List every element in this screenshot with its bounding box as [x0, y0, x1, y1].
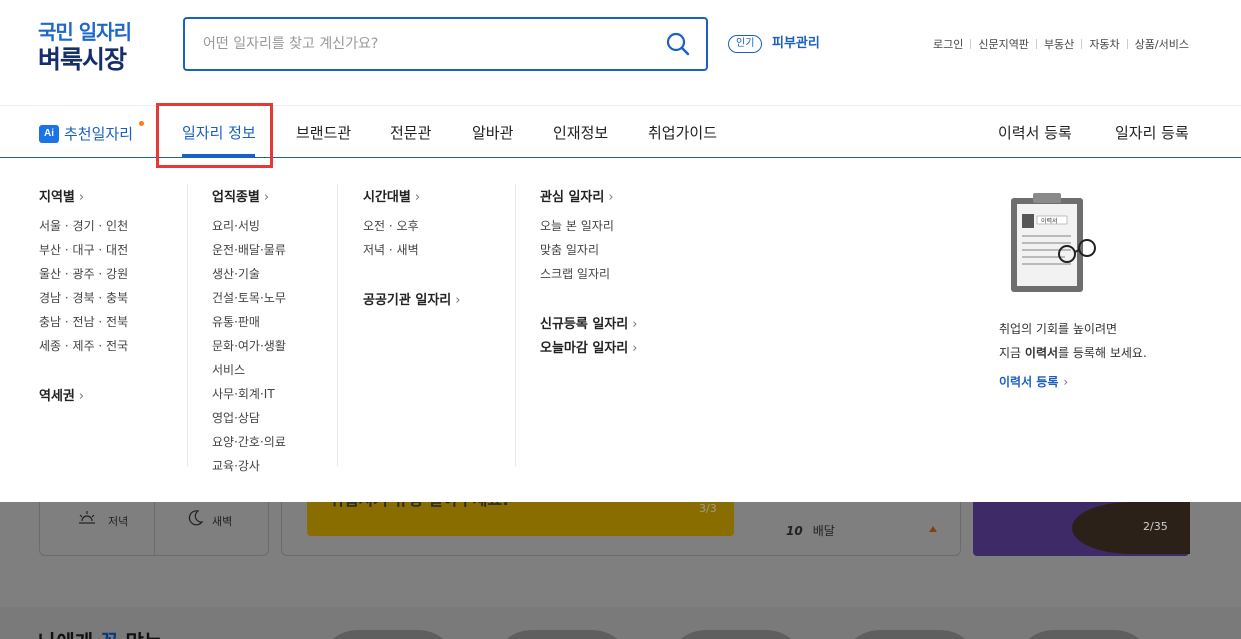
jobtype-link[interactable]: 생산·기술	[212, 265, 260, 282]
nav-part-time[interactable]: 알바관	[472, 122, 513, 143]
moon-icon	[188, 510, 204, 526]
food-image	[1072, 502, 1190, 554]
ad-page-indicator: 2/35	[1143, 520, 1168, 533]
chevron-right-icon: ›	[455, 293, 461, 308]
site-logo[interactable]: 국민 일자리 벼룩시장	[38, 16, 148, 74]
region-link[interactable]: 서울 · 경기 · 인천	[39, 217, 128, 234]
ai-icon: Ai	[39, 124, 59, 143]
divider	[337, 184, 338, 466]
ad-banner[interactable]: 2/35	[973, 502, 1190, 556]
nav-job-register[interactable]: 일자리 등록	[1115, 122, 1189, 143]
jobtype-link[interactable]: 문화·여가·생활	[212, 337, 286, 354]
jobtype-link[interactable]: 서비스	[212, 361, 245, 378]
nav-brand[interactable]: 브랜드관	[296, 122, 351, 143]
nav-specialty[interactable]: 전문관	[390, 122, 431, 143]
section-heading: 나에게 꼭 맞는	[38, 626, 162, 639]
utility-links: 로그인 신문지역판 부동산 자동차 상품/서비스	[933, 36, 1189, 52]
region-link[interactable]: 충남 · 전남 · 전북	[39, 313, 128, 330]
divider	[187, 184, 188, 466]
region-link[interactable]: 부산 · 대구 · 대전	[39, 241, 128, 258]
divider	[970, 39, 972, 49]
time-link[interactable]: 저녁 · 새벽	[363, 241, 419, 258]
util-login[interactable]: 로그인	[933, 36, 963, 52]
dimmed-background: 저녁 새벽 취업지기 유형 알아두세요! 3/3 10 배달 2/35 나에게 꼭…	[0, 502, 1241, 639]
chevron-right-icon: ›	[263, 190, 270, 205]
util-realestate[interactable]: 부동산	[1044, 36, 1074, 52]
interest-link[interactable]: 스크랩 일자리	[540, 265, 610, 282]
interest-link[interactable]: 맞춤 일자리	[540, 241, 599, 258]
divider	[1126, 39, 1128, 49]
chevron-right-icon: ›	[608, 190, 614, 205]
menu-new-title[interactable]: 신규등록 일자리 ›	[540, 313, 637, 332]
logo-line2: 벼룩시장	[38, 45, 127, 74]
jobtype-link[interactable]: 유통·판매	[212, 313, 260, 330]
popular-badge: 인기	[728, 35, 763, 53]
rank-up-icon	[929, 526, 937, 532]
region-link[interactable]: 경남 · 경북 · 충북	[39, 289, 128, 306]
menu-public-title[interactable]: 공공기관 일자리 ›	[363, 289, 460, 308]
dawn-label[interactable]: 새벽	[212, 513, 232, 529]
page: 저녁 새벽 취업지기 유형 알아두세요! 3/3 10 배달 2/35 나에게 꼭…	[0, 0, 1241, 639]
new-dot-icon	[139, 121, 144, 126]
chevron-right-icon: ›	[1063, 375, 1069, 389]
region-link[interactable]: 울산 · 광주 · 강원	[39, 265, 128, 282]
region-link[interactable]: 세종 · 제주 · 전국	[39, 337, 128, 354]
time-link[interactable]: 오전 · 오후	[363, 217, 419, 234]
time-filter-card: 저녁 새벽	[39, 502, 269, 556]
banner-page-indicator: 3/3	[699, 502, 717, 515]
resume-clipboard-icon: 이력서	[1011, 193, 1096, 292]
highlight-box	[156, 103, 273, 168]
jobtype-link[interactable]: 사무·회계·IT	[212, 385, 275, 402]
nav-ai-label: 추천일자리	[64, 125, 134, 143]
search-input[interactable]	[203, 31, 643, 57]
menu-time-title[interactable]: 시간대별 ›	[363, 186, 420, 205]
promo-text-line1: 취업의 기회를 높이려면	[999, 322, 1118, 336]
menu-interest-title[interactable]: 관심 일자리 ›	[540, 186, 614, 205]
jobtype-link[interactable]: 건설·토목·노무	[212, 289, 286, 306]
guide-banner[interactable]: 취업지기 유형 알아두세요! 3/3	[307, 502, 734, 536]
jobtype-link[interactable]: 교육·강사	[212, 457, 260, 474]
search-box	[183, 17, 708, 71]
chevron-right-icon: ›	[632, 341, 638, 356]
jobtype-link[interactable]: 요리·서빙	[212, 217, 260, 234]
util-car[interactable]: 자동차	[1089, 36, 1119, 52]
divider	[1081, 39, 1083, 49]
interest-link[interactable]: 오늘 본 일자리	[540, 217, 614, 234]
banner-text: 취업지기 유형 알아두세요!	[329, 502, 509, 510]
rank-number: 10	[786, 524, 803, 538]
search-icon[interactable]	[665, 31, 691, 57]
nav-talent[interactable]: 인재정보	[553, 122, 608, 143]
chevron-right-icon: ›	[78, 190, 85, 205]
divider	[154, 502, 155, 555]
jobtype-link[interactable]: 운전·배달·물류	[212, 241, 286, 258]
sunset-icon	[79, 511, 95, 524]
evening-label[interactable]: 저녁	[108, 513, 128, 529]
nav-ai-recommend[interactable]: Ai 추천일자리	[39, 123, 133, 144]
site-header: 국민 일자리 벼룩시장 인기 피부관리 로그인 신문지역판 부동산 자동차 상품…	[0, 0, 1241, 106]
chevron-right-icon: ›	[414, 190, 421, 205]
chevron-right-icon: ›	[632, 317, 638, 332]
menu-deadline-title[interactable]: 오늘마감 일자리 ›	[540, 337, 637, 356]
chevron-right-icon: ›	[78, 389, 85, 404]
divider	[1035, 39, 1037, 49]
rank-label: 배달	[812, 524, 835, 538]
resume-register-link[interactable]: 이력서 등록 ›	[999, 373, 1068, 390]
resume-illustration-label: 이력서	[1041, 217, 1058, 225]
promo-text-line2: 지금 이력서를 등록해 보세요.	[999, 346, 1147, 360]
util-newspaper[interactable]: 신문지역판	[978, 36, 1029, 52]
nav-job-guide[interactable]: 취업가이드	[648, 122, 717, 143]
nav-resume-register[interactable]: 이력서 등록	[998, 122, 1072, 143]
jobtype-link[interactable]: 요양·간호·의료	[212, 433, 286, 450]
popular-keyword[interactable]: 피부관리	[772, 35, 820, 53]
popular-rank-item[interactable]: 10 배달	[786, 522, 835, 539]
menu-station-title[interactable]: 역세권 ›	[39, 385, 84, 404]
jobtype-link[interactable]: 영업·상담	[212, 409, 260, 426]
divider	[515, 184, 516, 466]
menu-region-title[interactable]: 지역별 ›	[39, 186, 84, 205]
menu-jobtype-title[interactable]: 업직종별 ›	[212, 186, 269, 205]
util-goods[interactable]: 상품/서비스	[1135, 36, 1189, 52]
